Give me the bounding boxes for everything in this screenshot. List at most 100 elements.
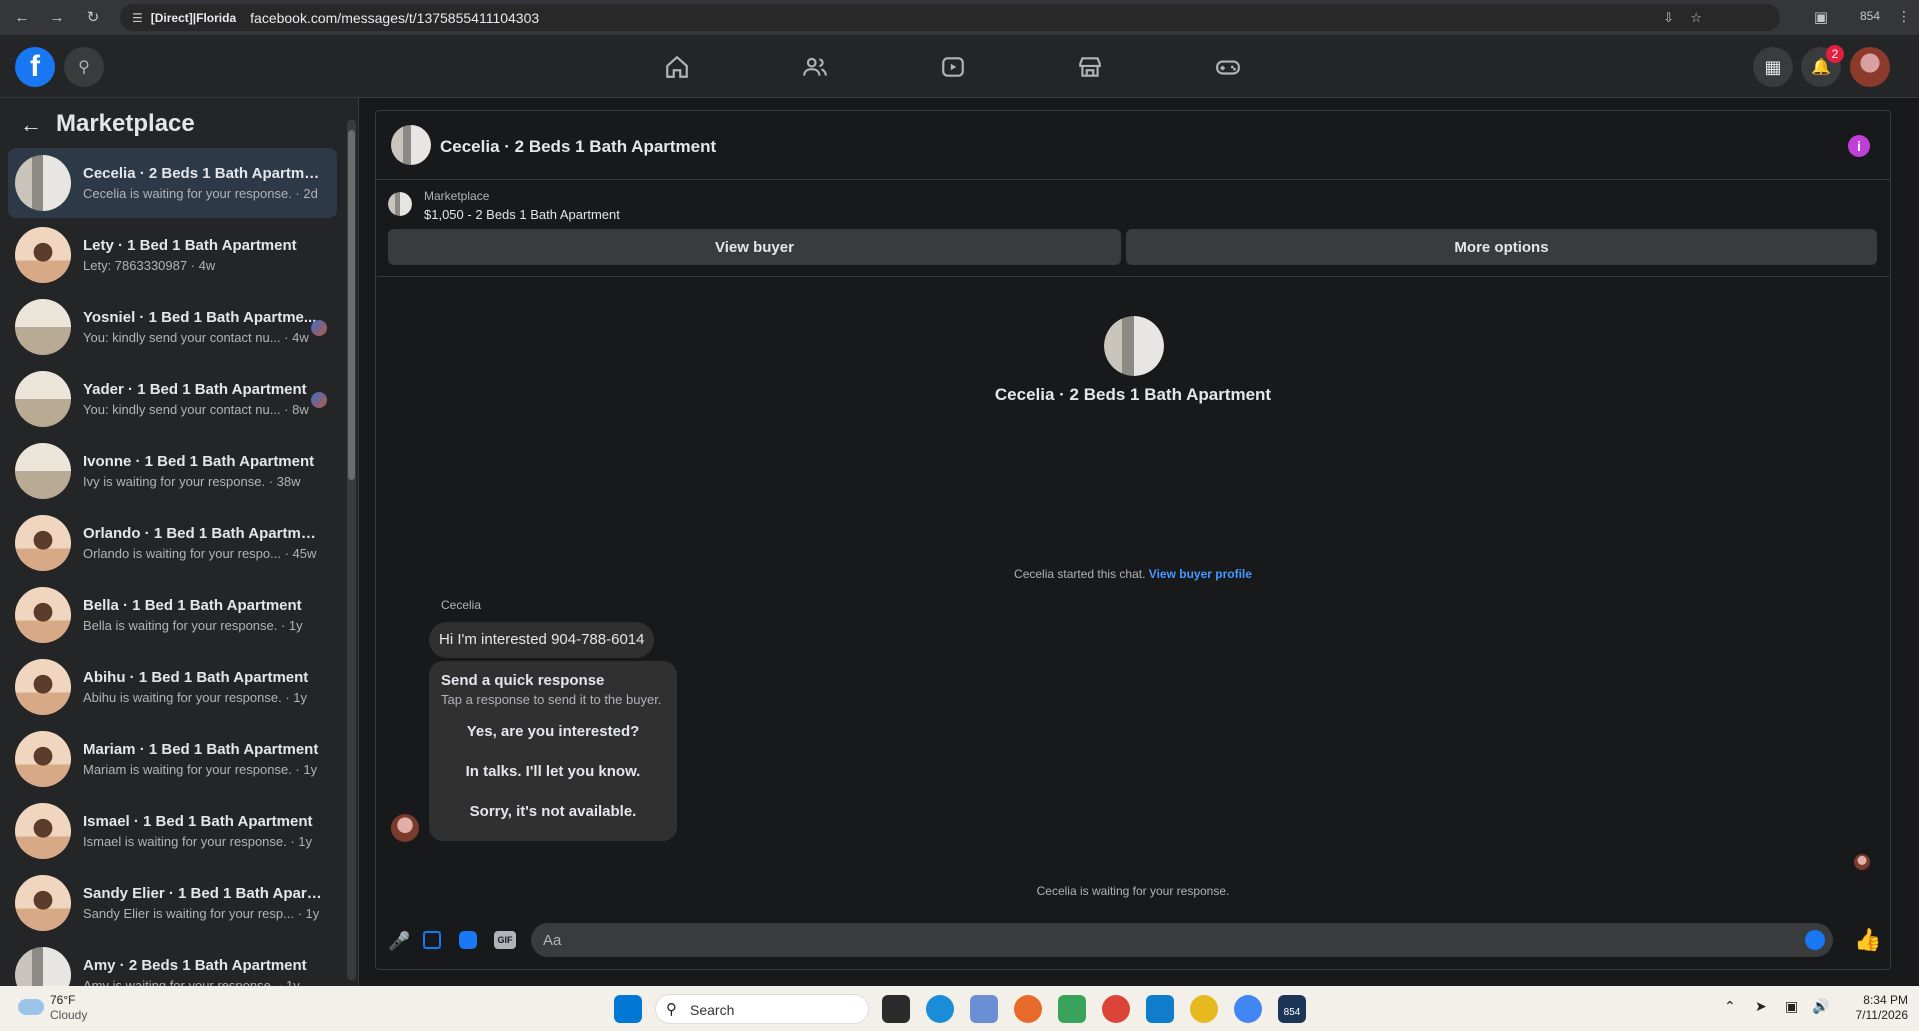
quick-response-option[interactable]: In talks. I'll let you know. xyxy=(429,763,677,780)
facebook-logo[interactable]: f xyxy=(15,47,55,87)
chrome-icon[interactable] xyxy=(1234,995,1262,1023)
weather-desc[interactable]: Cloudy xyxy=(50,1008,87,1022)
notepad-icon[interactable] xyxy=(1058,995,1086,1023)
conversation-name: Ivonne · 1 Bed 1 Bath Apartment xyxy=(83,453,315,470)
task-view-icon[interactable] xyxy=(882,995,910,1023)
clock-time[interactable]: 8:34 PM xyxy=(1848,993,1908,1007)
conversation-text: Yader · 1 Bed 1 Bath Apartment You: kindl… xyxy=(83,381,323,417)
video-icon[interactable] xyxy=(933,47,973,87)
sender-avatar[interactable] xyxy=(391,814,419,842)
chat-header-avatar[interactable] xyxy=(391,125,431,165)
more-options-button[interactable]: More options xyxy=(1126,229,1877,265)
quick-response-option[interactable]: Sorry, it's not available. xyxy=(429,803,677,820)
install-icon[interactable]: ⇩ xyxy=(1663,10,1674,26)
snipping-tool-icon[interactable] xyxy=(970,995,998,1023)
listing-title[interactable]: $1,050 - 2 Beds 1 Bath Apartment xyxy=(424,207,620,222)
message-input[interactable]: Aa xyxy=(531,923,1833,957)
back-arrow-icon[interactable]: ← xyxy=(20,112,42,138)
sticker-icon[interactable] xyxy=(459,931,477,949)
message-bubble[interactable]: Hi I'm interested 904-788-6014 xyxy=(429,622,655,658)
conversation-name: Abihu · 1 Bed 1 Bath Apartment xyxy=(83,669,309,686)
edge-icon[interactable] xyxy=(926,995,954,1023)
forward-icon[interactable]: → xyxy=(46,6,68,28)
conversation-item[interactable]: Sandy Elier · 1 Bed 1 Bath Apart... Sandy… xyxy=(8,868,337,938)
url-text[interactable]: facebook.com/messages/t/1375855411104303 xyxy=(250,10,539,26)
site-tag: [Direct]|Florida xyxy=(150,10,237,25)
chrome-profile-icon[interactable] xyxy=(1102,995,1130,1023)
tab-search-icon[interactable]: ▣ xyxy=(1810,6,1832,28)
conversation-thumbnail xyxy=(15,155,71,211)
location-icon[interactable]: ➤ xyxy=(1755,998,1767,1015)
firefox-icon[interactable] xyxy=(1014,995,1042,1023)
conversation-name: Cecelia · 2 Beds 1 Bath Apartment xyxy=(83,165,323,182)
quick-response-option[interactable]: Yes, are you interested? xyxy=(429,723,677,740)
conversation-item[interactable]: Amy · 2 Beds 1 Bath Apartment Amy is wait… xyxy=(8,940,337,986)
conversation-item[interactable]: Mariam · 1 Bed 1 Bath Apartment Mariam is… xyxy=(8,724,337,794)
site-info-icon[interactable]: ☰ xyxy=(132,11,143,25)
conversation-text: Ivonne · 1 Bed 1 Bath Apartment Ivy is wa… xyxy=(83,453,323,489)
facebook-header: f ⚲ ▦ 🔔 2 xyxy=(0,35,1919,98)
view-buyer-button[interactable]: View buyer xyxy=(388,229,1121,265)
like-thumb-icon[interactable]: 👍 xyxy=(1854,927,1881,953)
menu-icon[interactable]: ⋮ xyxy=(1897,8,1911,25)
extension-badge[interactable]: 854 xyxy=(1860,9,1880,23)
chat-title[interactable]: Cecelia · 2 Beds 1 Bath Apartment xyxy=(440,137,716,157)
view-buyer-profile-link[interactable]: View buyer profile xyxy=(1149,567,1252,581)
conversation-item[interactable]: Yader · 1 Bed 1 Bath Apartment You: kindl… xyxy=(8,364,337,434)
conversation-name: Mariam · 1 Bed 1 Bath Apartment xyxy=(83,741,319,758)
start-icon[interactable] xyxy=(614,995,642,1023)
search-icon[interactable]: ⚲ xyxy=(64,47,104,87)
back-icon[interactable]: ← xyxy=(11,6,33,28)
weather-temp[interactable]: 76°F xyxy=(50,993,75,1007)
app-icon[interactable] xyxy=(1146,995,1174,1023)
photo-icon[interactable] xyxy=(423,931,441,949)
conversation-name: Yader · 1 Bed 1 Bath Apartment xyxy=(83,381,307,398)
counter-app-icon[interactable]: 854 xyxy=(1278,995,1306,1023)
friends-icon[interactable] xyxy=(795,47,835,87)
conversation-preview: You: kindly send your contact nu... · 8w xyxy=(83,402,309,417)
home-icon[interactable] xyxy=(657,47,697,87)
network-icon[interactable]: ▣ xyxy=(1785,998,1798,1015)
gif-icon[interactable]: GIF xyxy=(494,931,516,949)
conversation-item[interactable]: Orlando · 1 Bed 1 Bath Apartment Orlando … xyxy=(8,508,337,578)
waiting-notice: Cecelia is waiting for your response. xyxy=(1036,884,1230,898)
scrollbar-thumb[interactable] xyxy=(348,130,355,480)
bookmark-star-icon[interactable]: ☆ xyxy=(1690,10,1702,26)
conversation-preview: Abihu is waiting for your response. · 1y xyxy=(83,690,307,705)
conversation-thumbnail xyxy=(15,443,71,499)
profile-avatar[interactable] xyxy=(1850,47,1890,87)
reload-icon[interactable]: ↻ xyxy=(82,6,104,28)
emoji-icon[interactable] xyxy=(1805,930,1825,950)
conversation-preview: Sandy Elier is waiting for your resp... … xyxy=(83,906,320,921)
microphone-icon[interactable]: 🎤 xyxy=(388,931,410,952)
app-icon-xbox[interactable] xyxy=(1190,995,1218,1023)
conversation-thumbnail xyxy=(15,659,71,715)
marketplace-icon[interactable] xyxy=(1070,47,1110,87)
seen-indicator-avatar xyxy=(311,392,327,408)
address-bar[interactable]: ☰ [Direct]|Florida facebook.com/messages… xyxy=(120,4,1780,31)
conversation-item[interactable]: Bella · 1 Bed 1 Bath Apartment Bella is w… xyxy=(8,580,337,650)
listing-thumb xyxy=(388,192,412,216)
clock-date[interactable]: 7/11/2026 xyxy=(1838,1008,1909,1022)
conversation-item[interactable]: Lety · 1 Bed 1 Bath Apartment Lety: 78633… xyxy=(8,220,337,290)
volume-icon[interactable]: 🔊 xyxy=(1812,998,1829,1015)
conversation-preview: Bella is waiting for your response. · 1y xyxy=(83,618,303,633)
conversation-text: Lety · 1 Bed 1 Bath Apartment Lety: 78633… xyxy=(83,237,323,273)
conversation-thumbnail xyxy=(15,515,71,571)
gaming-icon[interactable] xyxy=(1208,47,1248,87)
quick-response-subtitle: Tap a response to send it to the buyer. xyxy=(441,692,662,707)
conversation-preview: Mariam is waiting for your response. · 1… xyxy=(83,762,318,777)
conversation-preview: You: kindly send your contact nu... · 4w xyxy=(83,330,309,345)
conversation-item[interactable]: Ismael · 1 Bed 1 Bath Apartment Ismael is… xyxy=(8,796,337,866)
conversation-item[interactable]: Yosniel · 1 Bed 1 Bath Apartme... You: ki… xyxy=(8,292,337,362)
conversation-item[interactable]: Ivonne · 1 Bed 1 Bath Apartment Ivy is wa… xyxy=(8,436,337,506)
conversation-item[interactable]: Abihu · 1 Bed 1 Bath Apartment Abihu is w… xyxy=(8,652,337,722)
conversation-item[interactable]: Cecelia · 2 Beds 1 Bath Apartment Cecelia… xyxy=(8,148,337,218)
info-icon[interactable]: i xyxy=(1848,135,1870,157)
windows-taskbar: 76°F Cloudy ⚲ Search 854 ⌃ ➤ ▣ 🔊 8:34 PM… xyxy=(0,986,1919,1031)
weather-icon[interactable] xyxy=(18,999,44,1015)
tray-chevron-icon[interactable]: ⌃ xyxy=(1724,998,1736,1015)
conversation-text: Mariam · 1 Bed 1 Bath Apartment Mariam is… xyxy=(83,741,323,777)
menu-grid-icon[interactable]: ▦ xyxy=(1753,47,1793,87)
taskbar-search[interactable]: ⚲ Search xyxy=(655,994,869,1024)
